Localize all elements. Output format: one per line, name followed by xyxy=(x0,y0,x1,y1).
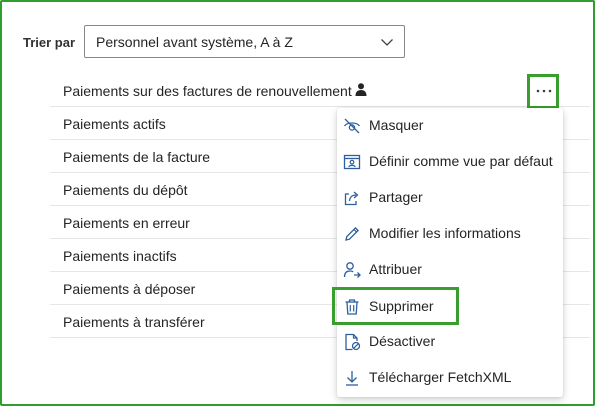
chevron-down-icon xyxy=(381,39,393,46)
personal-view-icon xyxy=(355,83,367,96)
assign-person-icon xyxy=(343,262,361,278)
sort-label: Trier par xyxy=(23,35,76,50)
menu-item-label: Masquer xyxy=(369,117,424,133)
view-label: Paiements à déposer xyxy=(63,281,196,297)
view-label: Paiements sur des factures de renouvelle… xyxy=(63,83,352,99)
menu-item-label: Télécharger FetchXML xyxy=(369,369,512,385)
download-icon xyxy=(346,371,358,386)
view-label: Paiements de la facture xyxy=(63,149,211,165)
trash-icon xyxy=(345,299,359,315)
menu-item-label: Désactiver xyxy=(369,333,436,349)
view-context-menu: Masquer Définir comme vue par défaut Par… xyxy=(332,108,563,397)
view-label: Paiements à transférer xyxy=(63,314,205,330)
view-label: Paiements inactifs xyxy=(63,248,177,264)
menu-item-set-default[interactable]: Définir comme vue par défaut xyxy=(337,144,563,180)
menu-item-assign[interactable]: Attribuer xyxy=(337,252,563,288)
menu-item-label: Partager xyxy=(369,189,423,205)
menu-item-label: Supprimer xyxy=(369,298,434,314)
menu-item-label: Modifier les informations xyxy=(369,225,521,241)
edit-pencil-icon xyxy=(345,226,360,241)
eye-hidden-icon xyxy=(343,118,361,134)
menu-item-label: Attribuer xyxy=(369,261,422,277)
view-label: Paiements actifs xyxy=(63,116,166,132)
sort-selected-value: Personnel avant système, A à Z xyxy=(96,34,293,50)
share-icon xyxy=(344,191,359,206)
menu-item-edit-info[interactable]: Modifier les informations xyxy=(337,216,563,252)
menu-item-download-fetchxml[interactable]: Télécharger FetchXML xyxy=(337,360,563,396)
menu-item-label: Définir comme vue par défaut xyxy=(369,153,553,169)
menu-item-delete[interactable]: Supprimer xyxy=(332,287,459,325)
view-label: Paiements du dépôt xyxy=(63,182,188,198)
more-options-button[interactable] xyxy=(527,74,559,109)
view-row[interactable]: Paiements sur des factures de renouvelle… xyxy=(50,74,590,107)
view-label: Paiements en erreur xyxy=(63,215,190,231)
set-default-view-icon xyxy=(343,154,361,170)
menu-item-deactivate[interactable]: Désactiver xyxy=(337,324,563,360)
sort-dropdown[interactable]: Personnel avant système, A à Z xyxy=(84,25,405,58)
menu-item-hide[interactable]: Masquer xyxy=(337,108,563,144)
more-horizontal-icon xyxy=(536,89,552,93)
deactivate-icon xyxy=(345,333,361,351)
menu-item-share[interactable]: Partager xyxy=(337,180,563,216)
